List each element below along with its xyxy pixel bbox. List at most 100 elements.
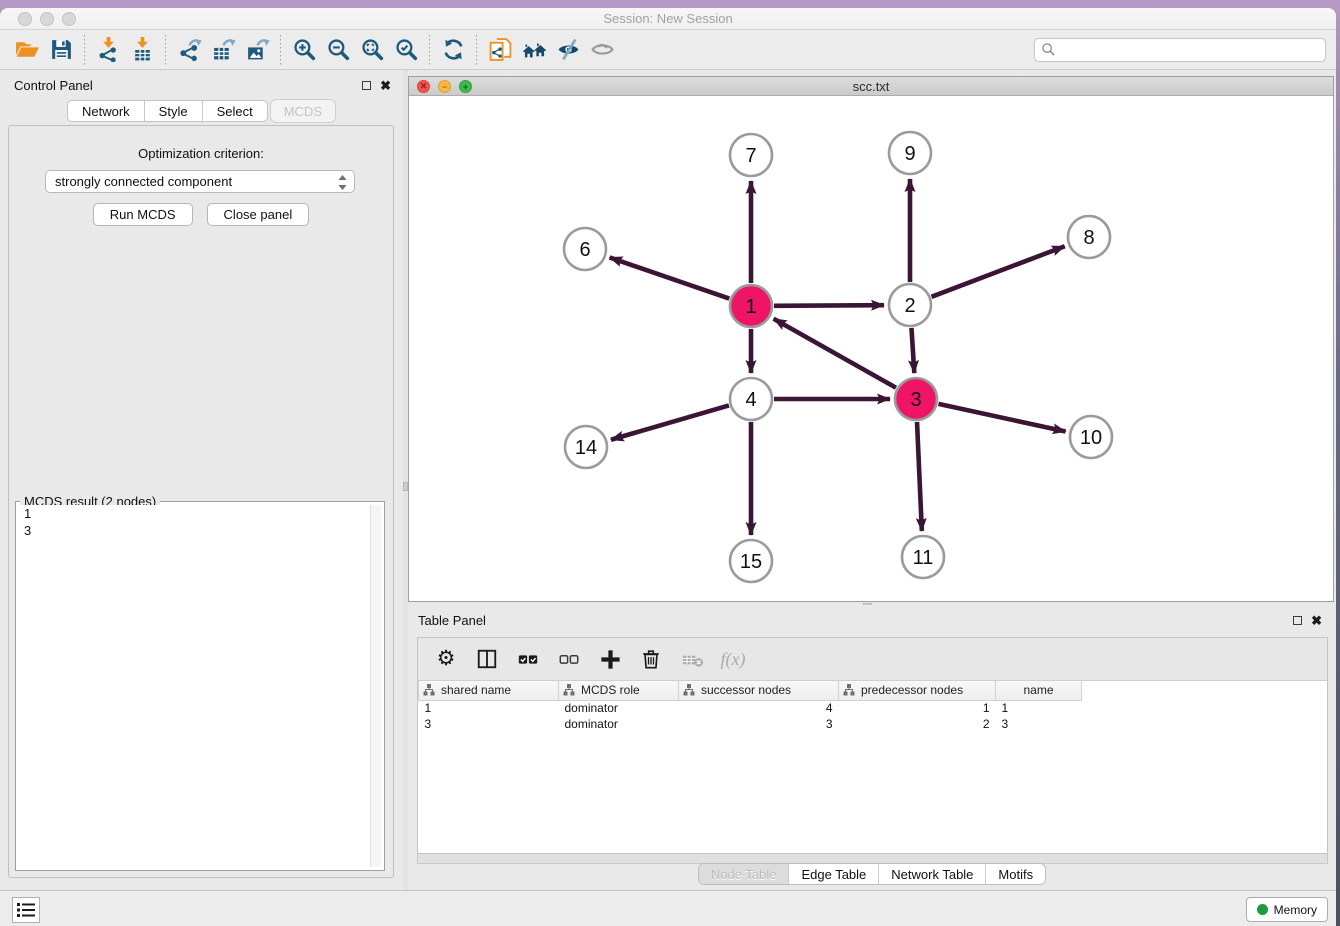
refresh-styles-icon[interactable] — [436, 34, 470, 66]
frame-close-icon[interactable]: ✕ — [417, 80, 430, 93]
hide-selected-icon[interactable] — [551, 34, 585, 66]
close-panel-button[interactable]: Close panel — [207, 203, 310, 226]
delete-table-icon[interactable] — [680, 647, 704, 671]
column-header-mcds-role[interactable]: MCDS role — [559, 681, 679, 700]
mcds-result-box: MCDS result (2 nodes) 1 3 — [15, 501, 385, 871]
control-panel: Control Panel ✖ Network Style Select MCD… — [0, 70, 403, 890]
graph-node-2[interactable]: 2 — [889, 284, 931, 326]
tab-edge-table[interactable]: Edge Table — [789, 864, 879, 884]
clone-network-icon[interactable] — [483, 34, 517, 66]
result-scrollbar[interactable] — [370, 505, 381, 867]
task-history-button[interactable] — [12, 897, 40, 923]
cell-mcds-role[interactable]: dominator — [559, 700, 679, 716]
tab-network[interactable]: Network — [68, 101, 145, 121]
graph-node-3[interactable]: 3 — [895, 378, 937, 420]
graph-edge-1-2[interactable] — [774, 305, 884, 306]
toolbar-separator — [280, 35, 281, 65]
task-list-icon — [17, 902, 35, 918]
graph-node-14[interactable]: 14 — [565, 426, 607, 468]
frame-minimize-icon[interactable]: − — [438, 80, 451, 93]
import-table-icon[interactable] — [125, 34, 159, 66]
network-frame-titlebar[interactable]: ✕ − + scc.txt — [409, 77, 1333, 96]
cell-successor-nodes[interactable]: 4 — [679, 700, 839, 716]
delete-rows-icon[interactable] — [639, 647, 663, 671]
cell-predecessor-nodes[interactable]: 2 — [839, 716, 996, 732]
tab-node-table[interactable]: Node Table — [699, 864, 790, 884]
first-neighbors-icon[interactable] — [517, 34, 551, 66]
graph-edge-3-11[interactable] — [917, 422, 922, 531]
export-table-icon[interactable] — [206, 34, 240, 66]
close-panel-icon[interactable]: ✖ — [1311, 616, 1322, 625]
criterion-dropdown[interactable]: strongly connected component — [45, 170, 355, 193]
table-row[interactable]: 3 dominator 3 2 3 — [419, 716, 1082, 732]
deselect-all-checkboxes-icon[interactable] — [557, 647, 581, 671]
graph-edge-4-14[interactable] — [611, 405, 729, 439]
graph-node-6[interactable]: 6 — [564, 228, 606, 270]
graph-node-1[interactable]: 1 — [730, 285, 772, 327]
run-mcds-button[interactable]: Run MCDS — [93, 203, 193, 226]
zoom-out-icon[interactable] — [321, 34, 355, 66]
search-input[interactable] — [1034, 38, 1326, 62]
column-header-name[interactable]: name — [996, 681, 1082, 700]
cell-shared-name[interactable]: 1 — [419, 700, 559, 716]
graph-edge-3-10[interactable] — [938, 404, 1065, 432]
graph-node-11[interactable]: 11 — [902, 536, 944, 578]
close-panel-icon[interactable]: ✖ — [380, 81, 391, 90]
mcds-result-list[interactable]: 1 3 — [19, 505, 381, 867]
graph-edge-2-8[interactable] — [932, 246, 1065, 297]
cell-shared-name[interactable]: 3 — [419, 716, 559, 732]
control-panel-header: Control Panel ✖ — [0, 70, 403, 96]
cell-mcds-role[interactable]: dominator — [559, 716, 679, 732]
memory-button[interactable]: Memory — [1246, 897, 1328, 922]
show-hidden-icon[interactable] — [585, 34, 619, 66]
graph-node-7[interactable]: 7 — [730, 134, 772, 176]
save-session-icon[interactable] — [44, 34, 78, 66]
float-panel-icon[interactable] — [362, 81, 371, 90]
cell-name[interactable]: 1 — [996, 700, 1082, 716]
import-network-icon[interactable] — [91, 34, 125, 66]
graph-node-4[interactable]: 4 — [730, 378, 772, 420]
cell-successor-nodes[interactable]: 3 — [679, 716, 839, 732]
zoom-selected-icon[interactable] — [389, 34, 423, 66]
memory-label: Memory — [1274, 903, 1317, 917]
table-panel-header: Table Panel ✖ — [408, 605, 1336, 629]
split-columns-icon[interactable] — [475, 647, 499, 671]
frame-maximize-icon[interactable]: + — [459, 80, 472, 93]
select-all-checkboxes-icon[interactable] — [516, 647, 540, 671]
tab-select[interactable]: Select — [203, 101, 267, 121]
graph-node-8[interactable]: 8 — [1068, 216, 1110, 258]
open-session-icon[interactable] — [10, 34, 44, 66]
float-panel-icon[interactable] — [1293, 616, 1302, 625]
cell-predecessor-nodes[interactable]: 1 — [839, 700, 996, 716]
tab-network-table[interactable]: Network Table — [879, 864, 986, 884]
table-row[interactable]: 1 dominator 4 1 1 — [419, 700, 1082, 716]
graph-node-15[interactable]: 15 — [730, 540, 772, 582]
settings-gear-icon[interactable]: ⚙ — [434, 647, 458, 671]
add-row-icon[interactable] — [598, 647, 622, 671]
graph-edge-1-6[interactable] — [610, 257, 730, 298]
column-header-shared-name[interactable]: shared name — [419, 681, 559, 700]
toolbar-separator — [84, 35, 85, 65]
network-graph[interactable]: 7 9 6 8 1 2 4 3 14 10 15 11 — [409, 96, 1333, 600]
mcds-panel: Optimization criterion: strongly connect… — [8, 125, 394, 878]
dropdown-stepper-icon — [338, 175, 347, 190]
zoom-fit-icon[interactable] — [355, 34, 389, 66]
network-canvas[interactable]: 7 9 6 8 1 2 4 3 14 10 15 11 — [409, 96, 1333, 600]
memory-status-icon — [1257, 904, 1268, 915]
app-window: Session: New Session — [0, 8, 1336, 926]
tab-motifs[interactable]: Motifs — [986, 864, 1045, 884]
column-header-successor-nodes[interactable]: successor nodes — [679, 681, 839, 700]
tab-mcds[interactable]: MCDS — [270, 99, 336, 123]
apply-function-icon[interactable]: f(x) — [721, 647, 745, 671]
column-header-predecessor-nodes[interactable]: predecessor nodes — [839, 681, 996, 700]
tab-style[interactable]: Style — [145, 101, 203, 121]
graph-edge-3-1[interactable] — [774, 319, 896, 388]
export-network-icon[interactable] — [172, 34, 206, 66]
graph-edge-2-3[interactable] — [911, 328, 914, 373]
cell-name[interactable]: 3 — [996, 716, 1082, 732]
export-image-icon[interactable] — [240, 34, 274, 66]
zoom-in-icon[interactable] — [287, 34, 321, 66]
graph-node-10[interactable]: 10 — [1070, 416, 1112, 458]
graph-node-9[interactable]: 9 — [889, 132, 931, 174]
toolbar-separator — [165, 35, 166, 65]
